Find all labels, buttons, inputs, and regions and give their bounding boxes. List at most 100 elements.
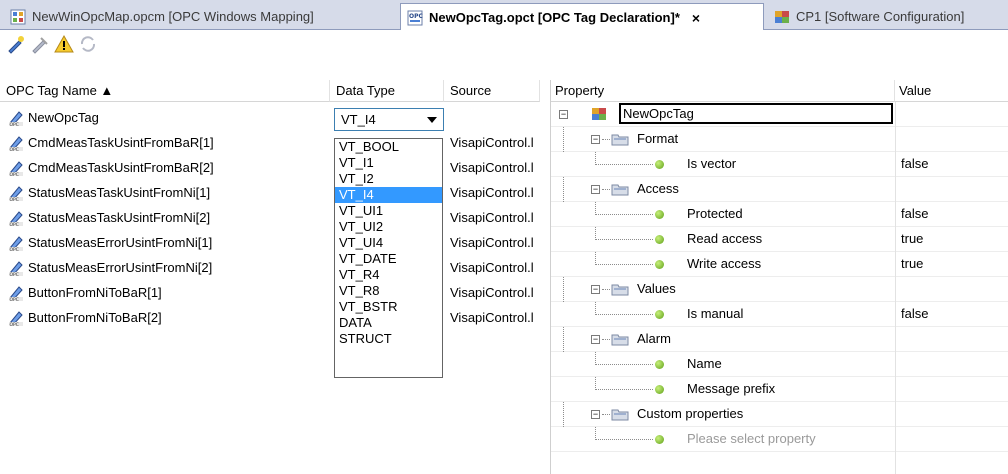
tree-line	[602, 139, 610, 140]
data-type-option[interactable]: VT_BSTR	[335, 299, 442, 315]
data-type-option[interactable]: VT_R4	[335, 267, 442, 283]
property-row[interactable]: Write access true	[551, 252, 1008, 277]
tag-source-cell: VisapiControl.l	[450, 185, 534, 200]
property-value[interactable]: false	[901, 306, 928, 321]
property-dot-icon	[655, 160, 664, 169]
data-type-option[interactable]: VT_BOOL	[335, 139, 442, 155]
collapse-icon[interactable]: −	[591, 335, 600, 344]
column-header-value[interactable]: Value	[895, 80, 1008, 102]
close-icon[interactable]: ×	[692, 10, 700, 26]
collapse-icon[interactable]: −	[591, 410, 600, 419]
data-type-option[interactable]: VT_I4	[335, 187, 442, 203]
property-row[interactable]: Is manual false	[551, 302, 1008, 327]
property-group-row[interactable]: − Values	[551, 277, 1008, 302]
tag-name-cell: StatusMeasErrorUsintFromNi[1]	[28, 235, 213, 250]
refresh-icon[interactable]	[78, 34, 98, 54]
column-header-tag-name[interactable]: OPC Tag Name ▲	[0, 80, 330, 102]
table-row[interactable]: OPC StatusMeasErrorUsintFromNi[2] VisapiCo…	[0, 256, 540, 281]
tree-line	[602, 339, 610, 340]
property-group-label: Access	[637, 181, 679, 196]
property-row[interactable]: Name	[551, 352, 1008, 377]
property-value[interactable]: true	[901, 231, 923, 246]
property-group-label: Custom properties	[637, 406, 744, 421]
property-group-row[interactable]: − Access	[551, 177, 1008, 202]
table-row[interactable]: OPC StatusMeasErrorUsintFromNi[1] VisapiCo…	[0, 231, 540, 256]
tab-label: NewWinOpcMap.opcm [OPC Windows Mapping]	[32, 9, 314, 24]
property-row[interactable]: Is vector false	[551, 152, 1008, 177]
tag-source-cell: VisapiControl.l	[450, 310, 534, 325]
tag-name-input[interactable]: NewOpcTag	[619, 103, 893, 124]
property-row[interactable]: Protected false	[551, 202, 1008, 227]
software-configuration-icon	[775, 10, 789, 23]
data-type-option[interactable]: VT_UI2	[335, 219, 442, 235]
data-type-option[interactable]: VT_UI1	[335, 203, 442, 219]
tree-line	[602, 414, 610, 415]
svg-text:OPC: OPC	[10, 272, 19, 277]
property-value[interactable]: true	[901, 256, 923, 271]
data-type-option[interactable]: STRUCT	[335, 331, 442, 347]
data-type-option[interactable]: DATA	[335, 315, 442, 331]
warning-icon[interactable]	[54, 34, 74, 54]
table-row[interactable]: OPC CmdMeasTaskUsintFromBaR[2] VisapiContr…	[0, 156, 540, 181]
table-row[interactable]: OPC StatusMeasTaskUsintFromNi[1] VisapiCon…	[0, 181, 540, 206]
tree-line	[563, 127, 564, 152]
data-type-option[interactable]: VT_DATE	[335, 251, 442, 267]
tree-line	[595, 439, 653, 440]
property-group-label: Alarm	[637, 331, 671, 346]
tab-cp1[interactable]: CP1 [Software Configuration]	[768, 3, 1008, 30]
opc-tag-icon: OPC	[9, 261, 23, 277]
tree-line	[595, 364, 653, 365]
svg-text:OPC: OPC	[10, 322, 19, 327]
property-value[interactable]: false	[901, 206, 928, 221]
edit-tag-icon[interactable]	[30, 34, 50, 54]
data-type-select[interactable]: VT_I4	[334, 108, 444, 131]
tag-name-cell: NewOpcTag	[28, 110, 99, 125]
collapse-icon[interactable]: −	[559, 110, 568, 119]
folder-icon	[611, 334, 629, 346]
tree-line	[595, 314, 653, 315]
property-root-row[interactable]: − NewOpcTag	[551, 102, 1008, 127]
table-row[interactable]: OPC StatusMeasTaskUsintFromNi[2] VisapiCon…	[0, 206, 540, 231]
collapse-icon[interactable]: −	[591, 185, 600, 194]
tag-source-cell: VisapiControl.l	[450, 285, 534, 300]
property-row[interactable]: Read access true	[551, 227, 1008, 252]
add-tag-icon[interactable]	[6, 34, 26, 54]
property-group-row[interactable]: − Format	[551, 127, 1008, 152]
property-group-row[interactable]: − Custom properties	[551, 402, 1008, 427]
column-header-property[interactable]: Property	[551, 80, 895, 102]
tree-line	[563, 402, 564, 427]
opc-tag-icon: OPC	[9, 211, 23, 227]
data-type-option[interactable]: VT_UI4	[335, 235, 442, 251]
tab-newopctag[interactable]: OPC NewOpcTag.opct [OPC Tag Declaration]…	[400, 3, 764, 31]
table-row[interactable]: OPC ButtonFromNiToBaR[1] VisapiControl.l	[0, 281, 540, 306]
table-row[interactable]: OPC NewOpcTag	[0, 106, 540, 131]
property-dot-icon	[655, 310, 664, 319]
opc-map-icon	[10, 9, 26, 24]
collapse-icon[interactable]: −	[591, 285, 600, 294]
data-type-option[interactable]: VT_I1	[335, 155, 442, 171]
tab-newwinopcmap[interactable]: NewWinOpcMap.opcm [OPC Windows Mapping]	[4, 3, 396, 30]
property-placeholder-row[interactable]: Please select property	[551, 427, 1008, 452]
column-header-data-type[interactable]: Data Type	[330, 80, 444, 102]
column-header-source[interactable]: Source	[444, 80, 540, 102]
table-row[interactable]: OPC ButtonFromNiToBaR[2] VisapiControl.l	[0, 306, 540, 331]
svg-text:OPC: OPC	[10, 147, 19, 152]
property-group-row[interactable]: − Alarm	[551, 327, 1008, 352]
tag-source-cell: VisapiControl.l	[450, 135, 534, 150]
data-type-option[interactable]: VT_I2	[335, 171, 442, 187]
column-divider	[895, 102, 896, 474]
data-type-value: VT_I4	[341, 112, 376, 127]
property-value[interactable]: false	[901, 156, 928, 171]
data-type-option[interactable]: VT_R8	[335, 283, 442, 299]
chevron-down-icon[interactable]	[427, 117, 437, 123]
svg-text:OPC: OPC	[10, 197, 19, 202]
opc-tag-icon: OPC	[9, 186, 23, 202]
svg-text:OPC: OPC	[10, 297, 19, 302]
property-label: Read access	[687, 231, 763, 246]
property-row[interactable]: Message prefix	[551, 377, 1008, 402]
tree-line	[602, 189, 610, 190]
table-row[interactable]: OPC CmdMeasTaskUsintFromBaR[1] VisapiContr…	[0, 131, 540, 156]
collapse-icon[interactable]: −	[591, 135, 600, 144]
opc-tag-icon: OPC	[9, 136, 23, 152]
property-dot-icon	[655, 385, 664, 394]
